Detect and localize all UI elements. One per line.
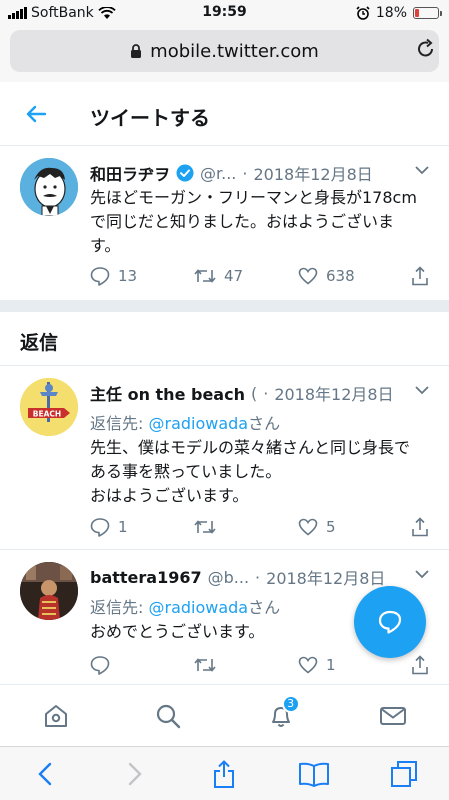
avatar[interactable]: BEACH — [20, 378, 78, 436]
tweet-text: 先生、僕はモデルの菜々緒さんと同じ身長で ある事を黙っていました。 おはようござ… — [90, 438, 411, 505]
reload-icon[interactable] — [415, 38, 437, 60]
url-text: mobile.twitter.com — [150, 40, 319, 62]
search-icon — [157, 704, 181, 728]
chevron-right-icon — [128, 762, 142, 785]
tweet-actions: 13 47 638 — [90, 265, 429, 287]
bookmarks-button[interactable] — [294, 754, 334, 794]
author-name[interactable]: battera1967 — [90, 568, 202, 587]
share-icon[interactable] — [411, 655, 429, 675]
like-count: 638 — [326, 267, 355, 285]
reply-button[interactable] — [90, 655, 194, 675]
author-handle[interactable]: @r... — [200, 164, 236, 183]
chevron-down-icon[interactable] — [415, 166, 429, 175]
reply-icon — [90, 518, 110, 537]
chevron-left-icon — [38, 762, 52, 785]
back-arrow-icon[interactable] — [24, 102, 48, 126]
author-name[interactable]: 和田ラヂヲ — [90, 161, 170, 185]
tab-search[interactable] — [148, 696, 188, 736]
like-count: 1 — [326, 656, 336, 674]
tweet-date[interactable]: 2018年12月8日 — [253, 161, 372, 185]
like-button[interactable]: 5 — [298, 518, 402, 536]
replies-title: 返信 — [20, 332, 59, 354]
avatar-text: BEACH — [33, 410, 61, 419]
retweet-icon — [194, 520, 216, 534]
replies-header: 返信 — [0, 312, 449, 366]
browser-share-button[interactable] — [204, 754, 244, 794]
reply-to-user-link[interactable]: @radiowada — [148, 598, 248, 617]
browser-forward-button[interactable] — [115, 754, 155, 794]
reply-to-line: 返信先: @radiowadaさん — [90, 414, 281, 433]
reply-bubble-icon — [378, 610, 402, 634]
reply-to-line: 返信先: @radiowadaさん — [90, 598, 281, 617]
tab-notifications[interactable]: 3 — [261, 694, 301, 736]
reply-button[interactable]: 1 — [90, 517, 194, 537]
separator-dot: · — [263, 383, 269, 403]
reply-tweet[interactable]: BEACH 主任 on the beach ( · 2018年12月8日 返信先… — [0, 366, 449, 550]
home-icon — [45, 704, 68, 727]
tabs-button[interactable] — [384, 754, 424, 794]
retweet-count: 47 — [224, 267, 244, 285]
page-title: ツイートする — [90, 106, 210, 130]
tweet-actions: 1 5 — [90, 516, 429, 538]
tweet-text: 先ほどモーガン・フリーマンと身長が178cm で同じだと知りました。おはようござ… — [90, 188, 417, 255]
tweet-actions: 1 — [90, 654, 429, 676]
chevron-down-icon[interactable] — [415, 386, 429, 395]
retweet-icon — [194, 269, 216, 283]
share-icon[interactable] — [411, 266, 429, 286]
tab-home[interactable] — [36, 696, 76, 736]
heart-icon — [298, 656, 318, 674]
main-tweet[interactable]: 和田ラヂヲ @r... · 2018年12月8日 先ほどモーガン・フリーマンと身… — [0, 146, 449, 300]
author-name[interactable]: 主任 on the beach — [90, 381, 245, 405]
retweet-button[interactable] — [194, 518, 298, 536]
lock-icon — [131, 43, 142, 58]
retweet-button[interactable]: 47 — [194, 267, 298, 285]
share-icon[interactable] — [411, 517, 429, 537]
avatar[interactable] — [20, 562, 78, 620]
retweet-button[interactable] — [194, 656, 298, 674]
author-handle[interactable]: @b... — [208, 568, 249, 587]
browser-back-button[interactable] — [25, 754, 65, 794]
like-button[interactable]: 1 — [298, 656, 402, 674]
share-icon — [214, 759, 235, 788]
author-handle[interactable]: ( — [251, 384, 257, 403]
avatar[interactable] — [20, 158, 78, 216]
tabs-icon — [391, 760, 418, 787]
like-count: 5 — [326, 518, 336, 536]
compose-reply-button[interactable] — [354, 586, 426, 658]
tweet-date[interactable]: 2018年12月8日 — [274, 381, 393, 405]
status-bar: SoftBank 19:59 18% — [0, 0, 449, 26]
reply-count: 1 — [118, 518, 128, 536]
reply-icon — [90, 267, 110, 286]
reply-button[interactable]: 13 — [90, 266, 194, 286]
separator-dot: · — [242, 163, 248, 183]
retweet-icon — [194, 658, 216, 672]
bottom-tab-bar: 3 — [0, 684, 449, 746]
browser-toolbar — [0, 746, 449, 800]
book-icon — [299, 762, 330, 787]
tab-messages[interactable] — [373, 696, 413, 736]
chevron-down-icon[interactable] — [415, 570, 429, 579]
separator-dot: · — [255, 567, 261, 587]
reply-to-user-link[interactable]: @radiowada — [148, 414, 248, 433]
reply-icon — [90, 656, 110, 675]
tweet-date[interactable]: 2018年12月8日 — [266, 565, 385, 589]
page-header: ツイートする — [0, 82, 449, 146]
battery-percent: 18% — [375, 5, 407, 21]
notification-badge: 3 — [281, 694, 300, 713]
verified-badge-icon — [176, 164, 194, 182]
heart-icon — [298, 267, 318, 285]
mail-icon — [379, 706, 406, 725]
section-divider — [0, 300, 449, 312]
alarm-icon — [356, 6, 370, 20]
battery-icon — [413, 7, 442, 19]
like-button[interactable]: 638 — [298, 267, 402, 285]
reply-count: 13 — [118, 267, 138, 285]
heart-icon — [298, 518, 318, 536]
url-field[interactable]: mobile.twitter.com — [10, 30, 439, 72]
browser-address-bar: mobile.twitter.com — [0, 26, 449, 82]
